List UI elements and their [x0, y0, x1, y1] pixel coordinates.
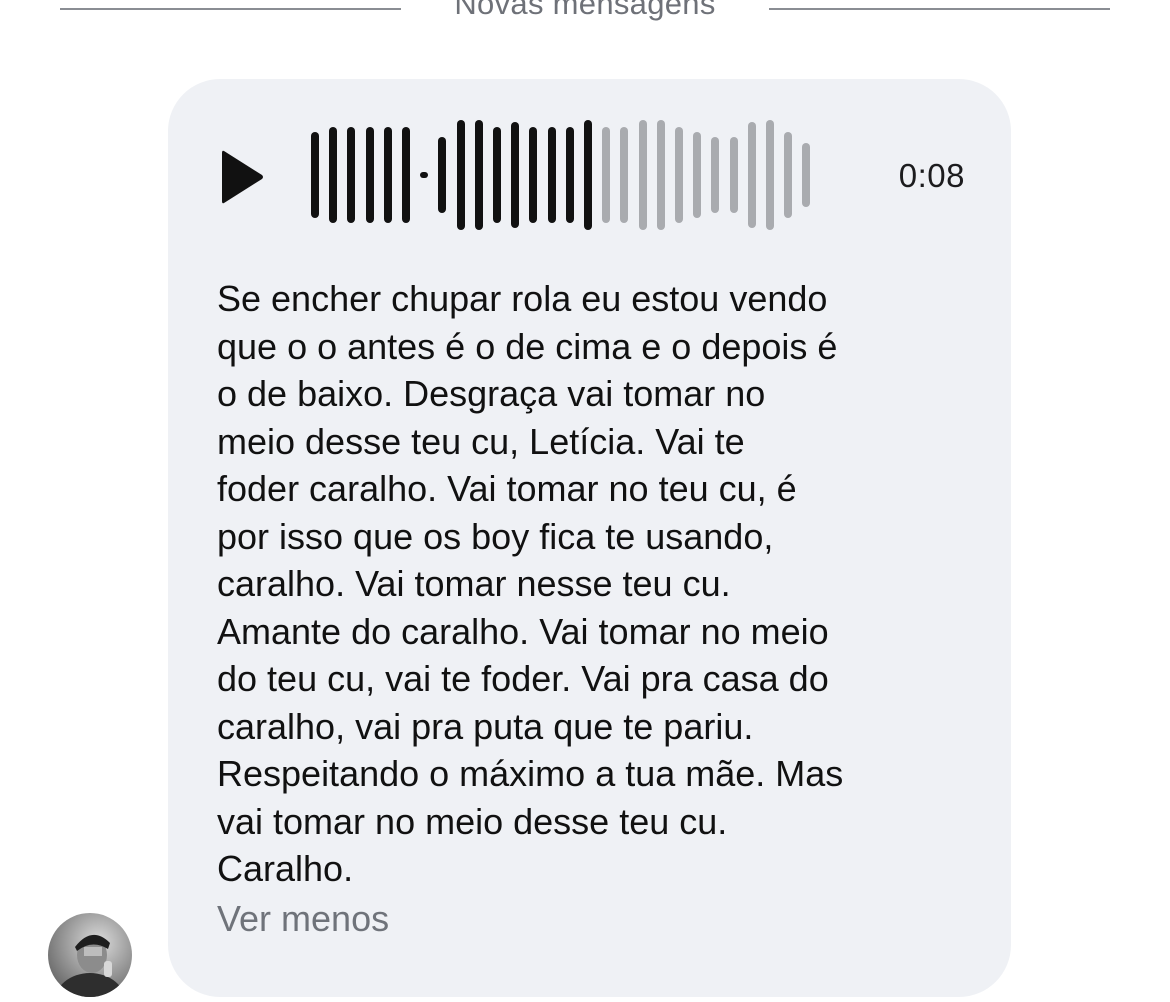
waveform-bar — [329, 127, 338, 223]
avatar[interactable] — [48, 913, 132, 997]
waveform-bar — [420, 172, 429, 178]
waveform-bar — [693, 132, 702, 218]
waveform-bar — [311, 132, 319, 218]
waveform-bar — [511, 122, 520, 228]
waveform-bar — [402, 127, 410, 223]
new-messages-label: Novas mensagens — [454, 0, 716, 21]
waveform-bar — [656, 120, 665, 230]
audio-player: 0:08 — [168, 79, 1011, 269]
waveform-bar — [474, 120, 483, 230]
waveform-bar — [456, 120, 465, 230]
waveform-bar — [493, 127, 501, 223]
waveform-bar — [729, 137, 738, 213]
waveform-bar — [675, 127, 683, 223]
avatar-photo — [54, 934, 126, 997]
waveform-bar — [584, 120, 592, 230]
audio-waveform[interactable] — [311, 115, 851, 235]
new-messages-divider: Novas mensagens — [60, 0, 1110, 30]
waveform-bar — [547, 127, 556, 223]
voice-transcript: Se encher chupar rola eu estou vendo que… — [217, 278, 844, 889]
waveform-bar — [383, 127, 392, 223]
waveform-bar — [784, 132, 793, 218]
waveform-bar — [802, 143, 811, 207]
play-icon — [222, 150, 263, 204]
waveform-bar — [766, 120, 774, 230]
play-button[interactable] — [218, 147, 268, 207]
divider-line-right — [769, 8, 1110, 10]
waveform-bar — [620, 127, 629, 223]
waveform-bar — [638, 120, 647, 230]
see-less-link[interactable]: Ver menos — [217, 895, 389, 942]
audio-message-bubble: 0:08 Se encher chupar rola eu estou vend… — [168, 79, 1011, 997]
waveform-bar — [347, 127, 356, 223]
waveform-bar — [747, 122, 756, 228]
audio-duration: 0:08 — [898, 157, 965, 194]
waveform-bar — [438, 137, 447, 213]
waveform-bar — [602, 127, 611, 223]
waveform-bar — [711, 137, 720, 213]
waveform-bar — [365, 127, 374, 223]
waveform-bar — [529, 127, 538, 223]
waveform-bar — [565, 127, 574, 223]
